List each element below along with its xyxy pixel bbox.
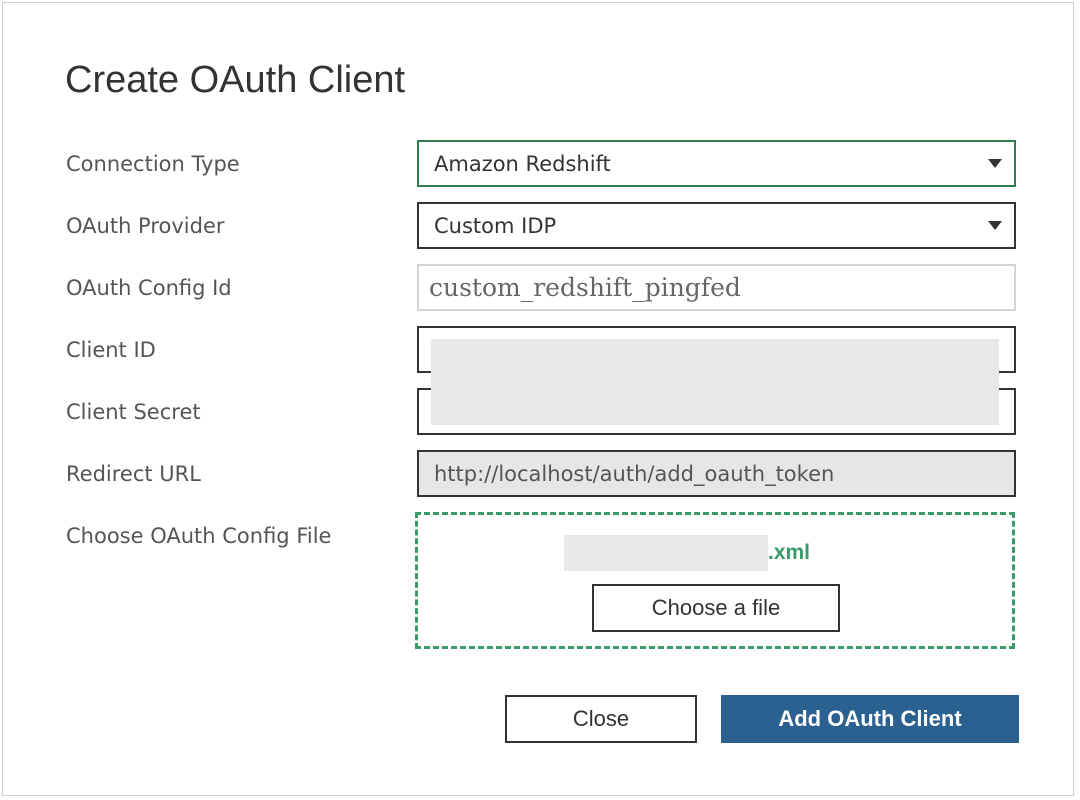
oauth-provider-value: Custom IDP [434,213,557,238]
redirect-url-label: Redirect URL [66,462,201,486]
oauth-provider-select[interactable]: Custom IDP [417,202,1016,249]
close-button[interactable]: Close [505,695,697,743]
oauth-config-id-input[interactable]: custom_redshift_pingfed [417,264,1016,311]
redacted-filename [564,535,768,571]
oauth-provider-label: OAuth Provider [66,214,225,238]
create-oauth-client-dialog: Create OAuth Client Connection Type Amaz… [2,2,1074,796]
client-secret-label: Client Secret [66,400,201,424]
choose-file-button[interactable]: Choose a file [592,584,840,632]
dialog-title: Create OAuth Client [65,59,406,101]
connection-type-value: Amazon Redshift [434,151,611,176]
config-file-label: Choose OAuth Config File [66,524,332,548]
file-extension: .xml [768,541,811,564]
connection-type-label: Connection Type [66,152,240,176]
config-file-dropzone[interactable]: .xml Choose a file [415,512,1015,649]
add-oauth-client-button[interactable]: Add OAuth Client [721,695,1019,743]
chevron-down-icon [988,221,1002,230]
connection-type-select[interactable]: Amazon Redshift [417,140,1016,187]
oauth-config-id-label: OAuth Config Id [66,276,232,300]
selected-file: .xml [564,535,810,571]
chevron-down-icon [988,159,1002,168]
redacted-credentials [431,339,999,425]
client-id-label: Client ID [66,338,156,362]
redirect-url-field: http://localhost/auth/add_oauth_token [417,450,1016,497]
